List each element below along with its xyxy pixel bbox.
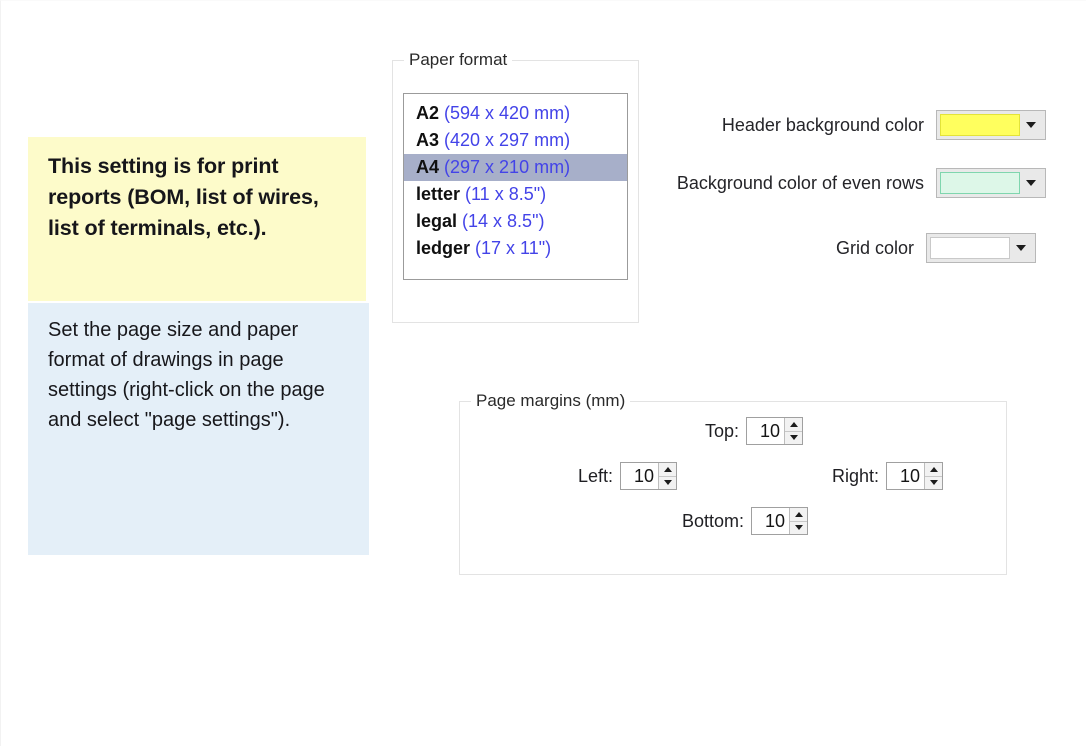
paper-format-name: ledger	[416, 238, 471, 258]
chevron-down-icon[interactable]	[1020, 114, 1042, 136]
list-item[interactable]: letter (11 x 8.5")	[404, 181, 627, 208]
margin-right-spinner[interactable]: 10	[886, 462, 944, 490]
margin-right-value[interactable]: 10	[887, 463, 925, 489]
paper-format-name: A2	[416, 103, 440, 123]
margin-right-label: Right:	[832, 465, 880, 486]
margin-left-value[interactable]: 10	[621, 463, 659, 489]
grid-color-label: Grid color	[835, 237, 914, 258]
grid-color-row: Grid color	[640, 233, 1036, 263]
paper-format-dimensions: (594 x 420 mm)	[444, 103, 571, 123]
grid-color-picker[interactable]	[926, 233, 1036, 263]
margin-bottom-increment-button[interactable]	[790, 508, 808, 522]
margin-bottom-value[interactable]: 10	[752, 508, 790, 534]
page-margins-group: Page margins (mm) Top: 10 Left: 10 Right…	[459, 391, 1007, 575]
margin-right-decrement-button[interactable]	[925, 476, 943, 489]
page-margins-legend: Page margins (mm)	[471, 391, 631, 411]
list-item[interactable]: legal (14 x 8.5")	[404, 208, 627, 235]
color-swatch[interactable]	[930, 237, 1010, 259]
chevron-down-icon[interactable]	[1010, 237, 1032, 259]
paper-format-dimensions: (14 x 8.5")	[462, 211, 545, 231]
margin-left-spinner[interactable]: 10	[620, 462, 678, 490]
list-item-selected[interactable]: A4 (297 x 210 mm)	[404, 154, 627, 181]
margin-bottom-spinner[interactable]: 10	[751, 507, 809, 535]
paper-format-dimensions: (420 x 297 mm)	[444, 130, 571, 150]
margin-top-increment-button[interactable]	[785, 418, 803, 432]
paper-format-dimensions: (11 x 8.5")	[465, 184, 547, 204]
margin-top-label: Top:	[705, 420, 740, 441]
paper-format-listbox[interactable]: A2 (594 x 420 mm) A3 (420 x 297 mm) A4 (297…	[403, 93, 628, 280]
margin-top-spinner[interactable]: 10	[746, 417, 804, 445]
margin-left-field: Left: 10	[578, 462, 678, 490]
paper-format-name: A3	[416, 130, 440, 150]
margin-bottom-field: Bottom: 10	[682, 507, 809, 535]
list-item[interactable]: A3 (420 x 297 mm)	[404, 127, 627, 154]
margin-left-increment-button[interactable]	[659, 463, 677, 477]
even-rows-background-color-row: Background color of even rows	[640, 168, 1046, 198]
margin-top-value[interactable]: 10	[747, 418, 785, 444]
paper-format-dimensions: (17 x 11")	[475, 238, 552, 258]
list-item[interactable]: A2 (594 x 420 mm)	[404, 100, 627, 127]
color-swatch[interactable]	[940, 172, 1020, 194]
header-background-color-label: Header background color	[721, 114, 924, 135]
paper-format-name: legal	[416, 211, 458, 231]
margin-top-field: Top: 10	[705, 417, 804, 445]
paper-format-legend: Paper format	[404, 50, 513, 70]
even-rows-background-color-label: Background color of even rows	[676, 172, 924, 193]
even-rows-background-color-picker[interactable]	[936, 168, 1046, 198]
margin-right-increment-button[interactable]	[925, 463, 943, 477]
margin-left-decrement-button[interactable]	[659, 476, 677, 489]
note-page-settings: Set the page size and paper format of dr…	[28, 303, 369, 555]
paper-format-dimensions: (297 x 210 mm)	[444, 157, 571, 177]
paper-format-group: Paper format A2 (594 x 420 mm) A3 (420 x 2…	[392, 50, 639, 323]
margin-left-label: Left:	[578, 465, 614, 486]
margin-bottom-label: Bottom:	[682, 510, 745, 531]
header-background-color-row: Header background color	[640, 110, 1046, 140]
margin-bottom-decrement-button[interactable]	[790, 521, 808, 534]
chevron-down-icon[interactable]	[1020, 172, 1042, 194]
paper-format-name: letter	[416, 184, 461, 204]
color-swatch[interactable]	[940, 114, 1020, 136]
margin-top-decrement-button[interactable]	[785, 431, 803, 444]
paper-format-name: A4	[416, 157, 440, 177]
header-background-color-picker[interactable]	[936, 110, 1046, 140]
margin-right-field: Right: 10	[832, 462, 944, 490]
note-print-reports: This setting is for print reports (BOM, …	[28, 137, 366, 301]
list-item[interactable]: ledger (17 x 11")	[404, 235, 627, 262]
